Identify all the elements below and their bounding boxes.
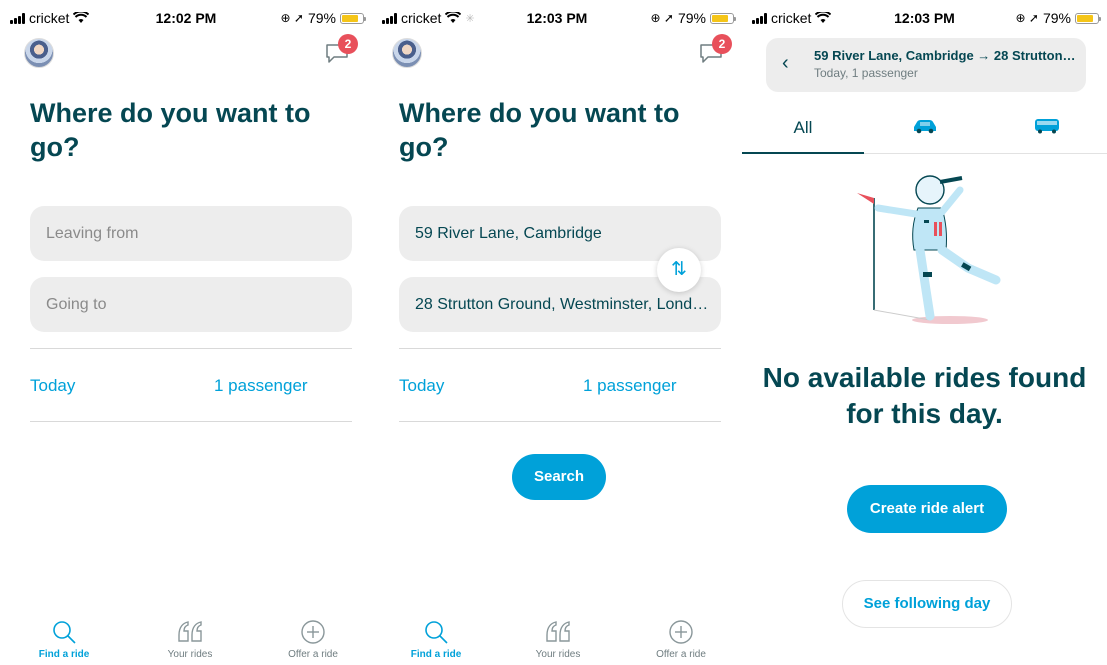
tab-label: Find a ride	[38, 649, 90, 660]
quote-icon	[178, 621, 202, 642]
selected-tab-indicator	[742, 152, 864, 154]
bottom-tab-bar: Find a ride Your rides Offer a ride	[372, 615, 742, 665]
bottom-tab-bar: Find a ride Your rides Offer a ride	[0, 615, 372, 665]
screen-search-filled: cricket ✳ 12:03 PM ⊕ ➚ 79% 2 Where do yo…	[372, 0, 742, 665]
tab-label: Find a ride	[410, 649, 462, 660]
swap-locations-button[interactable]: ⇅	[657, 248, 701, 292]
leaving-from-field[interactable]: Leaving from	[30, 206, 352, 261]
date-selector[interactable]: Today	[30, 376, 75, 396]
plus-circle-icon	[669, 620, 693, 644]
messages-button[interactable]: 2	[698, 34, 732, 64]
screen-no-results: cricket 12:03 PM ⊕ ➚ 79% ‹ 59 River Lane…	[742, 0, 1107, 665]
plus-circle-icon	[301, 620, 325, 644]
tab-offer-a-ride[interactable]: Offer a ride	[263, 619, 363, 660]
divider	[30, 348, 352, 349]
going-to-field[interactable]: Going to	[30, 277, 352, 332]
date-selector[interactable]: Today	[399, 376, 444, 396]
quote-icon	[546, 621, 570, 642]
tab-label: Your rides	[167, 649, 213, 660]
search-button[interactable]: Search	[512, 454, 606, 500]
battery-icon	[710, 12, 736, 24]
tab-find-a-ride[interactable]: Find a ride	[386, 619, 486, 660]
battery-percent: 79%	[677, 10, 706, 26]
battery-icon	[340, 12, 366, 24]
astronaut-illustration	[857, 175, 1001, 324]
car-icon	[914, 120, 936, 134]
battery-percent: 79%	[1042, 10, 1071, 26]
tab-find-a-ride[interactable]: Find a ride	[14, 619, 114, 660]
page-title: Where do you want to go?	[30, 98, 311, 162]
passenger-selector[interactable]: 1 passenger	[214, 376, 308, 396]
tab-car[interactable]	[864, 118, 986, 139]
tab-label: Your rides	[535, 649, 581, 660]
divider	[30, 421, 352, 422]
status-bar: cricket ✳ 12:03 PM ⊕ ➚ 79%	[372, 0, 742, 34]
battery-icon	[1075, 12, 1101, 24]
avatar[interactable]	[24, 38, 54, 68]
search-meta: Today, 1 passenger	[814, 66, 918, 80]
tab-your-rides[interactable]: Your rides	[508, 619, 608, 660]
tab-all[interactable]: All	[742, 118, 864, 138]
ride-type-tabs: All	[742, 104, 1107, 154]
messages-button[interactable]: 2	[324, 34, 358, 64]
screen-search-empty: cricket 12:02 PM ⊕ ➚ 79% 2 Where do you …	[0, 0, 372, 665]
search-icon	[425, 621, 448, 644]
status-bar: cricket 12:03 PM ⊕ ➚ 79%	[742, 0, 1107, 34]
empty-state-title: No available rides found for this day.	[762, 362, 1087, 429]
tab-your-rides[interactable]: Your rides	[140, 619, 240, 660]
divider	[399, 421, 721, 422]
tab-label: Offer a ride	[656, 649, 706, 660]
location-icon: ⊕ ➚	[650, 11, 674, 25]
search-summary[interactable]: ‹ 59 River Lane, Cambridge → 28 Strutton…	[766, 38, 1086, 92]
back-chevron-icon[interactable]: ‹	[782, 52, 789, 75]
divider	[399, 348, 721, 349]
avatar[interactable]	[392, 38, 422, 68]
location-icon: ⊕ ➚	[280, 11, 304, 25]
status-bar: cricket 12:02 PM ⊕ ➚ 79%	[0, 0, 372, 34]
tab-bus[interactable]	[986, 118, 1107, 139]
see-following-day-button[interactable]: See following day	[842, 580, 1012, 628]
battery-percent: 79%	[307, 10, 336, 26]
tab-label: Offer a ride	[288, 649, 338, 660]
messages-badge: 2	[338, 34, 358, 54]
passenger-selector[interactable]: 1 passenger	[583, 376, 677, 396]
swap-arrows-icon: ⇅	[671, 259, 687, 280]
page-title: Where do you want to go?	[399, 98, 680, 162]
location-icon: ⊕ ➚	[1015, 11, 1039, 25]
search-icon	[53, 621, 76, 644]
messages-badge: 2	[712, 34, 732, 54]
bus-icon	[1035, 119, 1059, 134]
create-ride-alert-button[interactable]: Create ride alert	[847, 485, 1007, 533]
tab-offer-a-ride[interactable]: Offer a ride	[631, 619, 731, 660]
route-summary: 59 River Lane, Cambridge → 28 Strutton G…	[814, 48, 1078, 63]
